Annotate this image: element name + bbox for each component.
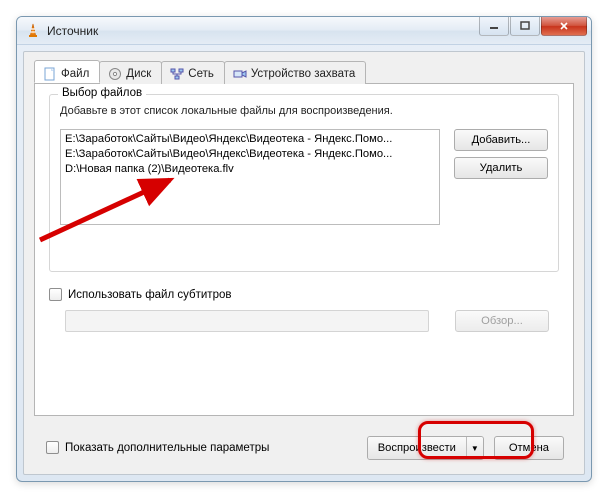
list-item[interactable]: E:\Заработок\Сайты\Видео\Яндекс\Видеотек… — [65, 132, 435, 147]
play-button[interactable]: Воспроизвести — [368, 437, 467, 459]
cancel-button[interactable]: Отмена — [494, 436, 564, 460]
remove-button[interactable]: Удалить — [454, 157, 548, 179]
file-list[interactable]: E:\Заработок\Сайты\Видео\Яндекс\Видеотек… — [60, 129, 440, 225]
tab-network[interactable]: Сеть — [161, 61, 225, 84]
network-icon — [170, 67, 184, 81]
tab-file-label: Файл — [61, 68, 89, 80]
show-more-label: Показать дополнительные параметры — [65, 442, 269, 454]
close-button[interactable] — [541, 17, 587, 36]
play-split-button[interactable]: Воспроизвести ▼ — [367, 436, 484, 460]
client-area: Файл Диск Сеть Устройство захвата Выбор … — [23, 51, 585, 475]
vlc-cone-icon — [25, 23, 41, 39]
use-subtitle-label: Использовать файл субтитров — [68, 289, 231, 301]
checkbox-icon — [49, 288, 62, 301]
hint-text: Добавьте в этот список локальные файлы д… — [60, 105, 548, 117]
browse-button: Обзор... — [455, 310, 549, 332]
subtitle-path-field — [65, 310, 429, 332]
window-title: Источник — [47, 24, 479, 38]
list-item[interactable]: D:\Новая папка (2)\Видеотека.flv — [65, 162, 435, 177]
tab-file[interactable]: Файл — [34, 60, 100, 83]
tab-capture[interactable]: Устройство захвата — [224, 61, 366, 84]
show-more-checkbox[interactable]: Показать дополнительные параметры — [46, 441, 269, 454]
titlebar: Источник — [17, 17, 591, 45]
maximize-button[interactable] — [510, 17, 540, 36]
chevron-down-icon: ▼ — [471, 444, 479, 453]
use-subtitle-checkbox[interactable]: Использовать файл субтитров — [49, 288, 559, 301]
disc-icon — [108, 67, 122, 81]
group-label: Выбор файлов — [58, 87, 146, 99]
list-item[interactable]: E:\Заработок\Сайты\Видео\Яндекс\Видеотек… — [65, 147, 435, 162]
dialog-window: Источник Файл Диск Сеть Устройство захва — [16, 16, 592, 482]
tab-panel: Выбор файлов Добавьте в этот список лока… — [34, 84, 574, 416]
tab-strip: Файл Диск Сеть Устройство захвата — [34, 60, 574, 84]
capture-icon — [233, 67, 247, 81]
show-more-row: Показать дополнительные параметры — [46, 441, 269, 454]
add-button[interactable]: Добавить... — [454, 129, 548, 151]
tab-disc[interactable]: Диск — [99, 61, 162, 84]
tab-network-label: Сеть — [188, 68, 214, 80]
tab-disc-label: Диск — [126, 68, 151, 80]
minimize-button[interactable] — [479, 17, 509, 36]
footer-buttons: Воспроизвести ▼ Отмена — [367, 436, 564, 460]
subtitle-row: Использовать файл субтитров — [49, 288, 559, 301]
tab-capture-label: Устройство захвата — [251, 68, 355, 80]
file-icon — [43, 67, 57, 81]
play-dropdown[interactable]: ▼ — [467, 437, 483, 459]
checkbox-icon — [46, 441, 59, 454]
file-selection-group: Выбор файлов Добавьте в этот список лока… — [49, 94, 559, 272]
